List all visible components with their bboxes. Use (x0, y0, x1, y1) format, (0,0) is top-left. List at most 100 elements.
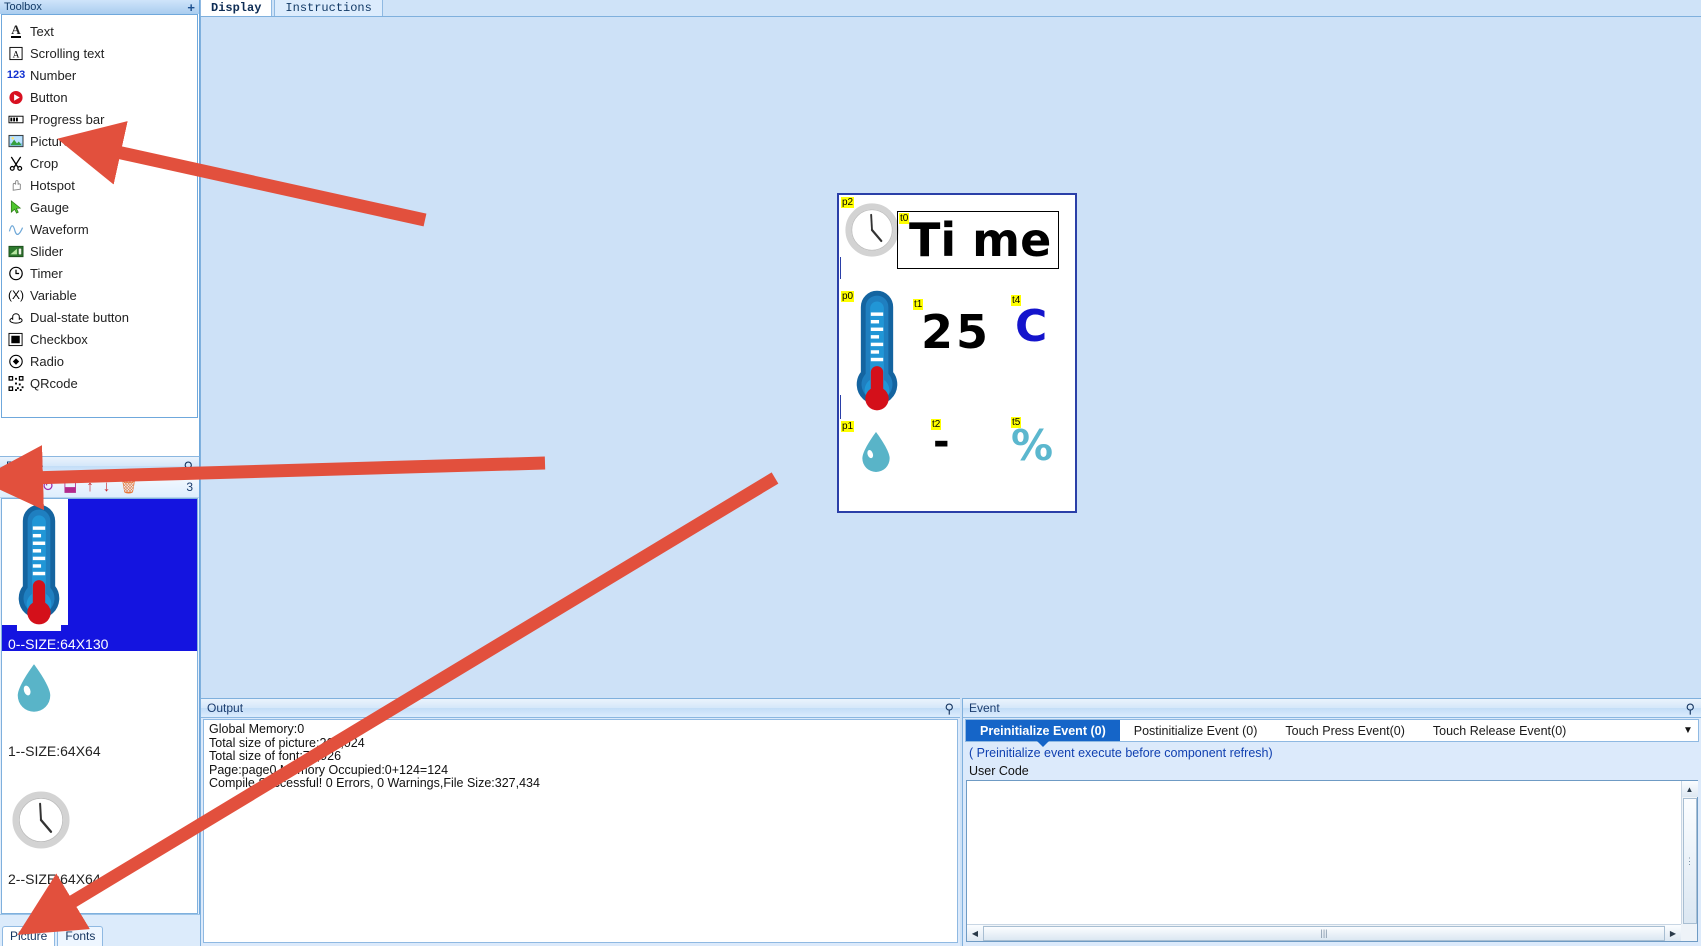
output-line: Page:page0 Memory Occupied:0+124=124 (209, 762, 449, 777)
crop-icon (7, 155, 25, 171)
text-value-t0: Ti me (909, 213, 1052, 267)
delete-picture-button[interactable]: 🗑 (119, 479, 138, 494)
thermometer-icon-p0[interactable] (855, 289, 899, 417)
add-picture-button[interactable]: + (6, 479, 15, 494)
slider-icon (7, 243, 25, 259)
clock-icon-p2[interactable] (845, 203, 899, 257)
toolbox-item-qrcode[interactable]: QRcode (2, 372, 197, 394)
toolbox-item-number[interactable]: 123 Number (2, 64, 197, 86)
component-tag-p0: p0 (841, 291, 855, 302)
picture-caption: 2--SIZE:64X64 (8, 871, 101, 887)
output-panel: Output ⚲ Global Memory:0 Total size of pi… (200, 698, 960, 946)
toolbox-item-timer[interactable]: Timer (2, 262, 197, 284)
toolbox-header: Toolbox + (0, 0, 199, 14)
component-tag-t0: t0 (899, 213, 910, 224)
component-tag-p1: p1 (841, 421, 855, 432)
component-tag-p2: p2 (841, 197, 855, 208)
device-preview[interactable]: p2 t0 Ti me p0 t1 25 t4 C p1 t2 - t5 % (837, 193, 1077, 513)
pin-icon[interactable]: ⚲ (183, 460, 193, 473)
event-tab-1[interactable]: Postinitialize Event (0) (1120, 720, 1272, 741)
event-tab-3[interactable]: Touch Release Event(0) (1419, 720, 1580, 741)
output-panel-title: Output (207, 701, 244, 715)
picture-icon (7, 133, 25, 149)
component-tag-t2: t2 (931, 419, 942, 430)
pin-icon[interactable]: ⚲ (944, 702, 954, 715)
user-code-editor[interactable]: ▲ ⋮ ◀ ||| ▶ (966, 780, 1698, 942)
component-tag-t4: t4 (1011, 295, 1022, 306)
text-value-t5: % (1011, 421, 1054, 470)
left-tab-fonts[interactable]: Fonts (57, 926, 104, 946)
scrolling-text-icon: A (7, 45, 25, 61)
picture-count: 3 (186, 479, 193, 494)
scroll-up-icon[interactable]: ▲ (1681, 781, 1698, 797)
toolbox-item-picture[interactable]: Picture (2, 130, 197, 152)
toolbox-item-gauge[interactable]: Gauge (2, 196, 197, 218)
move-down-button[interactable]: ↓ (103, 479, 111, 494)
event-tab-bar: Preinitialize Event (0) Postinitialize Ev… (965, 719, 1699, 742)
vscroll-thumb[interactable]: ⋮ (1682, 798, 1697, 924)
toolbox-item-hotspot[interactable]: Hotspot (2, 174, 197, 196)
canvas-area[interactable]: p2 t0 Ti me p0 t1 25 t4 C p1 t2 - t5 % (200, 17, 1701, 698)
toolbox-item-checkbox[interactable]: Checkbox (2, 328, 197, 350)
code-horizontal-scrollbar[interactable]: ◀ ||| ▶ (967, 924, 1681, 941)
toolbox-item-label: Waveform (30, 221, 89, 237)
minus-icon: − (23, 478, 33, 495)
toolbox-item-scrolling-text[interactable]: A Scrolling text (2, 42, 197, 64)
pin-icon[interactable]: ⚲ (1685, 702, 1695, 715)
progress-bar-icon (7, 111, 25, 127)
checkbox-icon (7, 331, 25, 347)
output-line: Global Memory:0 (209, 722, 305, 736)
guide-mark-2 (840, 395, 841, 419)
toolbox-item-label: Dual-state button (30, 309, 130, 325)
scroll-right-icon[interactable]: ▶ (1665, 925, 1681, 941)
toolbox-title: Toolbox (4, 1, 42, 13)
thermometer-thumb (16, 503, 62, 631)
left-tab-picture[interactable]: Picture (2, 926, 56, 946)
toolbox-item-progress-bar[interactable]: Progress bar (2, 108, 197, 130)
top-tab-display[interactable]: Display (200, 0, 273, 16)
toolbox-item-crop[interactable]: Crop (2, 152, 197, 174)
toolbox-panel: Toolbox + A Text A Scrolling text 123 Numb… (0, 0, 200, 456)
toolbox-item-label: Slider (30, 243, 64, 259)
scroll-left-icon[interactable]: ◀ (967, 925, 983, 941)
waterdrop-icon-p1[interactable] (859, 431, 893, 473)
text-icon: A (11, 22, 21, 38)
number-icon: 123 (6, 69, 26, 81)
toolbox-item-button[interactable]: Button (2, 86, 197, 108)
export-picture-button[interactable]: ⬓ (63, 479, 77, 494)
output-line: Compile Successful! 0 Errors, 0 Warnings… (209, 776, 540, 790)
event-panel: Event ⚲ Preinitialize Event (0) Postiniti… (962, 698, 1701, 946)
top-tab-instructions[interactable]: Instructions (274, 0, 383, 16)
picture-list-item[interactable]: 0--SIZE:64X130 (2, 499, 197, 652)
event-tab-2[interactable]: Touch Press Event(0) (1271, 720, 1419, 741)
toolbox-add-icon[interactable]: + (187, 0, 195, 14)
user-code-label: User Code (969, 764, 1029, 778)
toolbox-item-variable[interactable]: (X) Variable (2, 284, 197, 306)
gauge-icon (7, 199, 25, 215)
event-tab-0[interactable]: Preinitialize Event (0) (966, 720, 1120, 741)
toolbox-item-label: Variable (30, 287, 77, 303)
picture-list-item[interactable]: 2--SIZE:64X64 (2, 779, 197, 907)
arrow-down-icon: ↓ (102, 478, 111, 495)
refresh-picture-button[interactable]: ↻ (42, 479, 55, 494)
export-icon: ⬓ (63, 478, 78, 495)
toolbox-item-waveform[interactable]: Waveform (2, 218, 197, 240)
toolbox-item-label: Crop (30, 155, 59, 171)
scroll-down-icon[interactable] (1681, 924, 1697, 941)
picture-panel-header: Picture ⚲ (0, 457, 199, 476)
picture-thumbnail (2, 779, 70, 871)
move-up-button[interactable]: ↑ (86, 479, 94, 494)
code-vertical-scrollbar[interactable]: ▲ ⋮ (1681, 781, 1698, 924)
toolbox-item-dual-state-button[interactable]: Dual-state button (2, 306, 197, 328)
toolbox-item-label: Checkbox (30, 331, 88, 347)
toolbox-item-label: Text (30, 23, 54, 39)
left-column: Toolbox + A Text A Scrolling text 123 Numb… (0, 0, 200, 946)
toolbox-item-slider[interactable]: Slider (2, 240, 197, 262)
toolbox-item-text[interactable]: A Text (2, 20, 197, 42)
remove-picture-button[interactable]: − (24, 479, 33, 494)
picture-list-item[interactable]: 1--SIZE:64X64 (2, 651, 197, 779)
toolbox-item-radio[interactable]: Radio (2, 350, 197, 372)
chevron-down-icon[interactable]: ▼ (1678, 720, 1698, 741)
hscroll-thumb[interactable]: ||| (983, 925, 1665, 941)
picture-list[interactable]: 0--SIZE:64X130 1--SIZE:64X64 2--SIZE:64X… (1, 498, 198, 914)
